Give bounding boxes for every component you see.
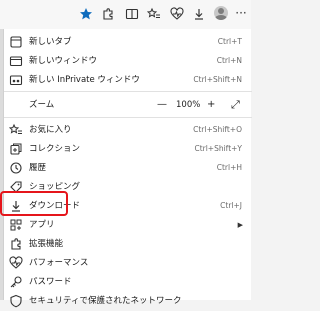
extensions-icon <box>9 237 23 251</box>
collections-icon <box>9 142 23 156</box>
inprivate-icon <box>9 73 23 87</box>
shield-icon <box>9 294 23 308</box>
menu-item-label: 新しいタブ <box>29 37 72 47</box>
more-icon[interactable]: ··· <box>233 4 249 22</box>
menu-item-shortcut: Ctrl+N <box>216 56 242 65</box>
menu-item-label: 履歴 <box>29 163 47 173</box>
menu-item-secure-network[interactable]: セキュリティで保護されたネットワーク <box>4 291 252 311</box>
menu-item-zoom: ズーム — 100% + ⤢ <box>4 95 252 115</box>
menu-item-label: アプリ <box>29 220 55 230</box>
performance-heart-icon <box>9 256 23 270</box>
split-screen-icon[interactable] <box>124 6 140 22</box>
menu-item-shortcut: Ctrl+J <box>220 201 242 210</box>
menu-item-shortcut: Ctrl+H <box>216 163 242 172</box>
menu-item-passwords[interactable]: パスワード <box>4 272 252 292</box>
menu-item-label: 新しいウィンドウ <box>29 56 98 66</box>
browser-toolbar: ··· <box>0 0 251 29</box>
menu-divider <box>4 91 252 92</box>
star-icon[interactable] <box>78 6 94 22</box>
menu-item-shortcut: Ctrl+Shift+O <box>193 125 242 134</box>
new-window-icon <box>9 54 23 68</box>
profile-icon[interactable] <box>214 6 228 20</box>
extensions-highlight-box <box>0 191 68 216</box>
history-icon <box>9 161 23 175</box>
apps-grid-icon <box>9 218 23 232</box>
menu-item-label: お気に入り <box>29 125 72 135</box>
menu-item-label: ズーム <box>29 100 55 110</box>
menu-item-performance[interactable]: パフォーマンス <box>4 253 252 273</box>
zoom-in-button[interactable]: + <box>207 95 215 115</box>
favorites-icon[interactable] <box>146 6 162 22</box>
settings-menu: 新しいタブ Ctrl+T 新しいウィンドウ Ctrl+N 新しい InPriva… <box>3 29 252 308</box>
menu-item-label: 拡張機能 <box>29 239 64 249</box>
favorites-icon <box>9 123 23 137</box>
zoom-out-button[interactable]: — <box>157 95 167 115</box>
new-tab-icon <box>9 35 23 49</box>
menu-item-shortcut: Ctrl+Shift+Y <box>194 144 242 153</box>
health-icon[interactable] <box>169 6 185 22</box>
menu-item-new-inprivate[interactable]: 新しい InPrivate ウィンドウ Ctrl+Shift+N <box>4 70 252 90</box>
menu-item-label: コレクション <box>29 144 81 154</box>
key-icon <box>9 275 23 289</box>
menu-item-new-tab[interactable]: 新しいタブ Ctrl+T <box>4 32 252 52</box>
menu-item-label: パスワード <box>29 277 72 287</box>
menu-item-new-window[interactable]: 新しいウィンドウ Ctrl+N <box>4 51 252 71</box>
menu-divider <box>4 117 252 118</box>
zoom-level: 100% <box>176 100 201 110</box>
menu-item-history[interactable]: 履歴 Ctrl+H <box>4 158 252 178</box>
menu-item-favorites[interactable]: お気に入り Ctrl+Shift+O <box>4 120 252 140</box>
menu-item-shortcut: Ctrl+T <box>217 37 242 46</box>
menu-item-extensions[interactable]: 拡張機能 <box>4 234 252 254</box>
menu-item-collections[interactable]: コレクション Ctrl+Shift+Y <box>4 139 252 159</box>
menu-item-apps[interactable]: アプリ ▶ <box>4 215 252 235</box>
menu-item-label: セキュリティで保護されたネットワーク <box>29 296 182 306</box>
menu-item-shortcut: Ctrl+Shift+N <box>193 75 242 84</box>
fullscreen-icon[interactable]: ⤢ <box>231 95 240 115</box>
menu-item-label: 新しい InPrivate ウィンドウ <box>29 75 140 85</box>
download-icon[interactable] <box>191 6 207 22</box>
extensions-icon[interactable] <box>100 6 116 22</box>
submenu-arrow-icon: ▶ <box>237 221 243 229</box>
menu-item-label: パフォーマンス <box>29 258 89 268</box>
